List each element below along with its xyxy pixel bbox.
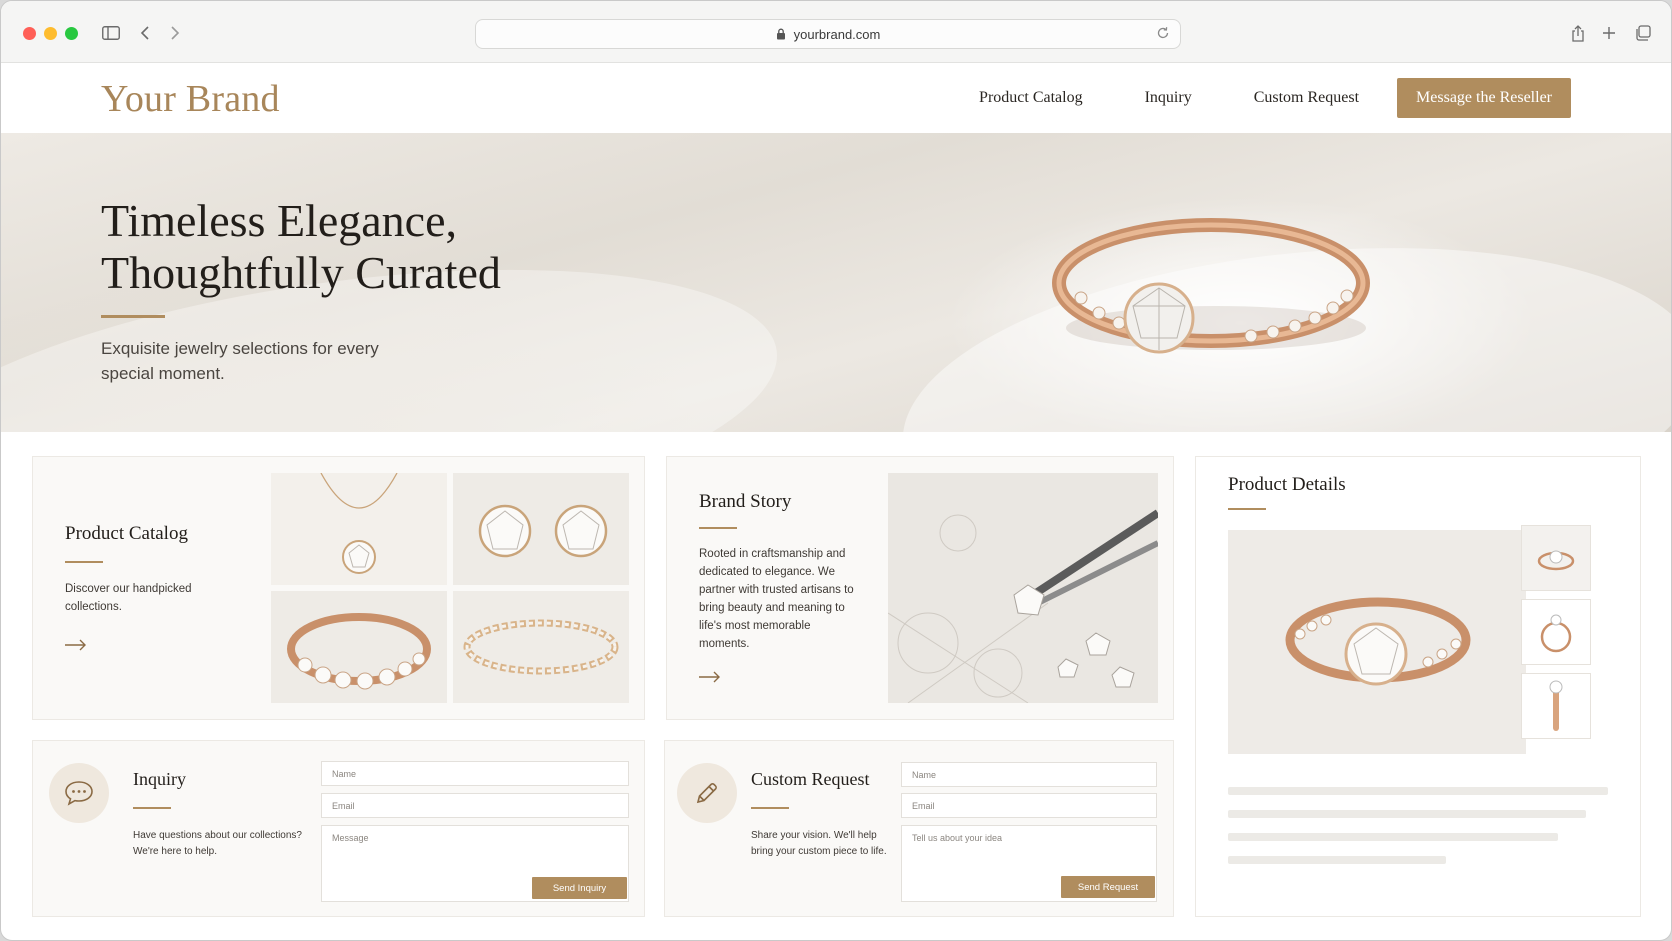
thumbnail-ring-side[interactable] (1521, 599, 1591, 665)
band-image (271, 591, 447, 703)
ring-profile-thumbnail-icon (1549, 680, 1563, 731)
ring-image (1228, 530, 1526, 754)
custom-email-input[interactable]: Email (901, 793, 1157, 818)
browser-toolbar: yourbrand.com (1, 1, 1671, 63)
necklace-tile[interactable] (271, 473, 447, 585)
details-divider (1228, 508, 1266, 510)
bracelet-tile[interactable] (453, 591, 629, 703)
tweezers-diamond-image (888, 473, 1158, 703)
catalog-arrow-icon[interactable] (65, 639, 87, 651)
bracelet-image (453, 591, 629, 703)
ring-thumbnail-icon (1537, 550, 1575, 571)
craftsmanship-tile (888, 473, 1158, 703)
detail-placeholder-line (1228, 787, 1608, 795)
detail-placeholder-line (1228, 856, 1446, 864)
inquiry-description: Have questions about our collections? We… (133, 830, 302, 857)
story-description: Rooted in craftsmanship and dedicated to… (699, 548, 854, 650)
story-title: Brand Story (699, 491, 792, 512)
detail-placeholder-line (1228, 833, 1558, 841)
inquiry-card: Inquiry Have questions about our collect… (32, 740, 645, 917)
thumbnail-ring-profile[interactable] (1521, 673, 1591, 739)
catalog-title: Product Catalog (65, 523, 188, 544)
browser-window: yourbrand.com Your Brand Product Catalog… (0, 0, 1672, 941)
close-window-button[interactable] (23, 27, 36, 40)
address-bar[interactable]: yourbrand.com (475, 19, 1181, 49)
hero-title: Timeless Elegance, Thoughtfully Curated (101, 195, 621, 299)
brand-logo[interactable]: Your Brand (101, 77, 280, 121)
lock-icon (776, 28, 786, 40)
inquiry-name-input[interactable]: Name (321, 761, 629, 786)
story-divider (699, 527, 737, 529)
catalog-description: Discover our handpicked collections. (65, 583, 192, 613)
hero-title-line: Timeless Elegance, (101, 195, 458, 246)
custom-request-divider (751, 807, 789, 809)
earrings-image (453, 473, 629, 585)
tab-overview-icon[interactable] (1631, 21, 1655, 45)
earrings-tile[interactable] (453, 473, 629, 585)
catalog-divider (65, 561, 103, 563)
inquiry-title: Inquiry (133, 769, 186, 789)
sidebar-toggle-icon[interactable] (99, 21, 123, 45)
ring-side-thumbnail-icon (1540, 614, 1572, 653)
brand-story-card: Brand Story Rooted in craftsmanship and … (666, 456, 1174, 720)
nav-product-catalog[interactable]: Product Catalog (979, 89, 1083, 107)
product-details-card: Product Details (1195, 456, 1641, 917)
hero-subtitle: Exquisite jewelry selections for every s… (101, 339, 379, 383)
product-catalog-card: Product Catalog Discover our handpicked … (32, 456, 645, 720)
send-request-button[interactable]: Send Request (1061, 876, 1155, 898)
hero-banner: Timeless Elegance, Thoughtfully Curated … (1, 133, 1671, 432)
url-text: yourbrand.com (793, 26, 881, 42)
nav-inquiry[interactable]: Inquiry (1145, 89, 1192, 107)
inquiry-email-input[interactable]: Email (321, 793, 629, 818)
custom-request-title: Custom Request (751, 769, 870, 789)
chat-icon (49, 763, 109, 823)
minimize-window-button[interactable] (44, 27, 57, 40)
new-tab-icon[interactable] (1597, 21, 1621, 45)
necklace-image (271, 473, 447, 585)
window-controls (23, 27, 78, 40)
thumbnail-ring-front[interactable] (1521, 525, 1591, 591)
inquiry-divider (133, 807, 171, 809)
custom-request-description: Share your vision. We'll help bring your… (751, 830, 887, 857)
send-inquiry-button[interactable]: Send Inquiry (532, 877, 627, 899)
nav-custom-request[interactable]: Custom Request (1254, 89, 1359, 107)
back-icon[interactable] (133, 21, 157, 45)
forward-icon[interactable] (163, 21, 187, 45)
hero-divider (101, 315, 165, 318)
main-nav: Product Catalog Inquiry Custom Request M… (917, 63, 1571, 133)
zoom-window-button[interactable] (65, 27, 78, 40)
hero-title-line: Thoughtfully Curated (101, 247, 501, 298)
site-header: Your Brand Product Catalog Inquiry Custo… (1, 63, 1671, 133)
product-main-image[interactable] (1228, 530, 1526, 754)
details-title: Product Details (1228, 474, 1346, 495)
reload-icon[interactable] (1156, 26, 1170, 40)
story-arrow-icon[interactable] (699, 671, 721, 683)
hero-ring-image (1052, 218, 1370, 354)
pencil-icon (677, 763, 737, 823)
share-icon[interactable] (1566, 21, 1590, 45)
detail-placeholder-line (1228, 810, 1586, 818)
custom-name-input[interactable]: Name (901, 762, 1157, 787)
eternity-band-tile[interactable] (271, 591, 447, 703)
custom-request-card: Custom Request Share your vision. We'll … (664, 740, 1174, 917)
message-reseller-button[interactable]: Message the Reseller (1397, 78, 1571, 118)
